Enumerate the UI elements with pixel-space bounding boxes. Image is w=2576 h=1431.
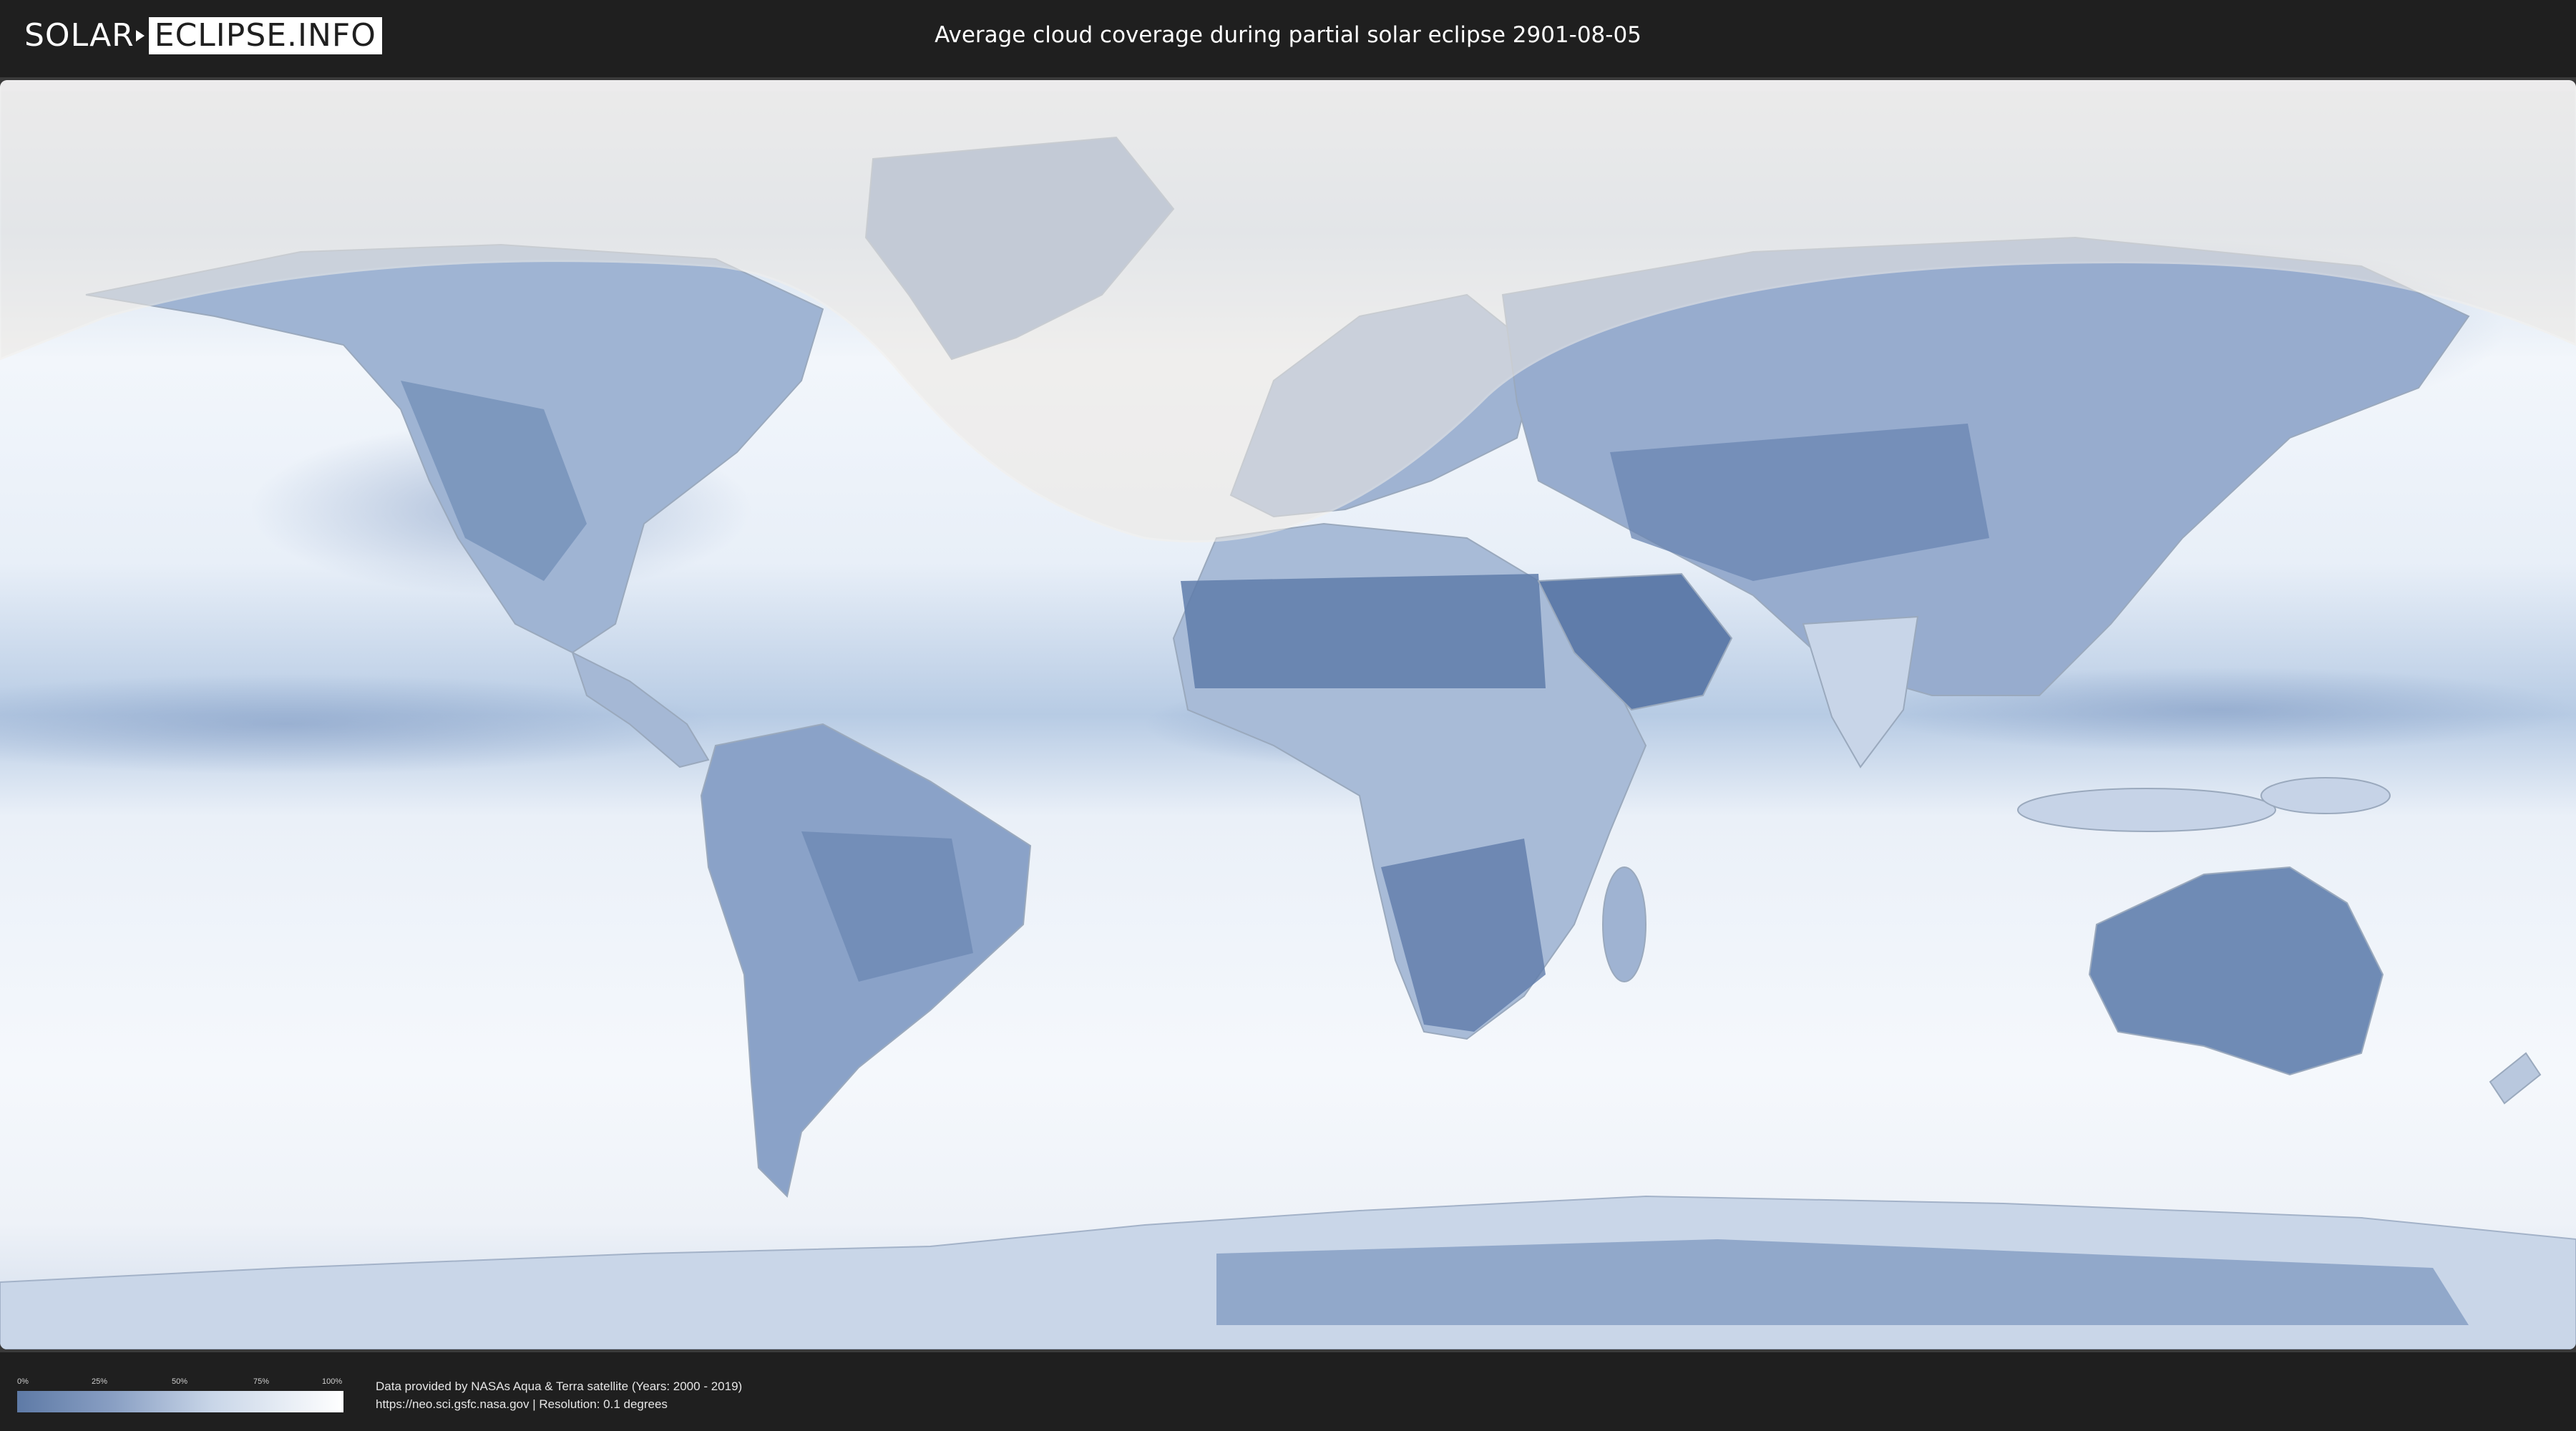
top-bar: SOLAR ECLIPSE.INFO Average cloud coverag… [0,0,2576,72]
data-credits: Data provided by NASAs Aqua & Terra sate… [376,1377,742,1413]
legend-tick-75: 75% [253,1377,270,1386]
legend-tick-0: 0% [17,1377,29,1386]
map-frame [0,77,2576,1352]
page-title: Average cloud coverage during partial so… [935,22,1641,48]
madagascar-shape [1602,866,1646,982]
legend-tick-100: 100% [322,1377,343,1386]
cloud-coverage-legend: 0% 25% 50% 75% 100% [17,1377,343,1412]
credits-line-1: Data provided by NASAs Aqua & Terra sate… [376,1379,743,1393]
indonesia-shape [2017,788,2276,832]
credits-line-2: https://neo.sci.gsfc.nasa.gov | Resoluti… [376,1397,668,1411]
legend-tick-25: 25% [92,1377,108,1386]
world-map-graphic [0,80,2576,1349]
cloud-coverage-map[interactable] [0,80,2576,1349]
legend-tick-50: 50% [172,1377,188,1386]
legend-color-bar [17,1391,343,1412]
legend-ticks: 0% 25% 50% 75% 100% [17,1377,343,1387]
